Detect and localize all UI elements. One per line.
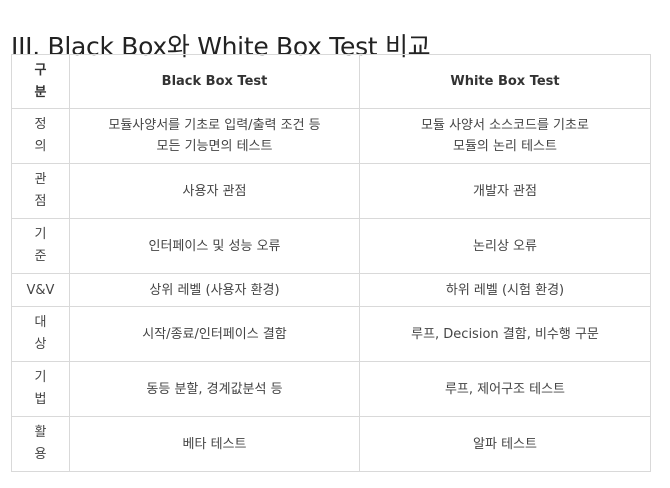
white-box-cell: 루프, Decision 결함, 비수행 구문 [359, 306, 651, 362]
table-header-row: 구 분 Black Box Test White Box Test [11, 54, 651, 109]
black-box-cell: 사용자 관점 [69, 163, 360, 219]
row-label-char: 대 [34, 315, 47, 330]
white-box-cell: 알파 테스트 [359, 416, 651, 472]
row-label-char: 의 [34, 139, 47, 154]
header-white-box: White Box Test [359, 54, 651, 109]
table-row: 기 준 인터페이스 및 성능 오류 논리상 오류 [11, 218, 651, 274]
row-label-criteria: 기 준 [11, 218, 70, 274]
row-label-char: 정 [34, 117, 47, 132]
comparison-table: 구 분 Black Box Test White Box Test 정 의 모듈… [11, 54, 651, 472]
row-label-char: 관 [34, 172, 47, 187]
row-label-char: 점 [34, 194, 47, 209]
table-row: 관 점 사용자 관점 개발자 관점 [11, 163, 651, 219]
table-row: 기 법 동등 분할, 경계값분석 등 루프, 제어구조 테스트 [11, 361, 651, 417]
header-black-box: Black Box Test [69, 54, 360, 109]
row-label-char: 기 [34, 227, 47, 242]
black-box-cell: 인터페이스 및 성능 오류 [69, 218, 360, 274]
row-label-char: 법 [34, 392, 47, 407]
row-label-char: 기 [34, 370, 47, 385]
header-label-cell: 구 분 [11, 54, 70, 109]
black-box-cell: 베타 테스트 [69, 416, 360, 472]
black-box-cell: 상위 레벨 (사용자 환경) [69, 273, 360, 307]
row-label-definition: 정 의 [11, 108, 70, 164]
black-box-cell: 모듈사양서를 기초로 입력/출력 조건 등 모든 기능면의 테스트 [69, 108, 360, 164]
row-label-char: 용 [34, 447, 47, 462]
header-label-char: 분 [34, 84, 47, 100]
row-label-char: 준 [34, 249, 47, 264]
white-box-cell: 모듈 사양서 소스코드를 기초로 모듈의 논리 테스트 [359, 108, 651, 164]
row-label-usage: 활 용 [11, 416, 70, 472]
row-label-vv: V&V [11, 273, 70, 307]
header-label-char: 구 [34, 62, 47, 78]
white-box-cell: 논리상 오류 [359, 218, 651, 274]
row-label-target: 대 상 [11, 306, 70, 362]
row-label-char: 상 [34, 337, 47, 352]
table-row: 정 의 모듈사양서를 기초로 입력/출력 조건 등 모든 기능면의 테스트 모듈… [11, 108, 651, 164]
white-box-cell: 하위 레벨 (시험 환경) [359, 273, 651, 307]
cell-text: 모듈사양서를 기초로 입력/출력 조건 등 [108, 118, 321, 133]
table-row: 대 상 시작/종료/인터페이스 결함 루프, Decision 결함, 비수행 … [11, 306, 651, 362]
row-label-viewpoint: 관 점 [11, 163, 70, 219]
cell-text: 모듈의 논리 테스트 [453, 139, 557, 154]
black-box-cell: 시작/종료/인터페이스 결함 [69, 306, 360, 362]
row-label-char: 활 [34, 425, 47, 440]
table-row: 활 용 베타 테스트 알파 테스트 [11, 416, 651, 472]
table-row: V&V 상위 레벨 (사용자 환경) 하위 레벨 (시험 환경) [11, 273, 651, 307]
cell-text: 모듈 사양서 소스코드를 기초로 [421, 118, 589, 133]
black-box-cell: 동등 분할, 경계값분석 등 [69, 361, 360, 417]
row-label-technique: 기 법 [11, 361, 70, 417]
white-box-cell: 루프, 제어구조 테스트 [359, 361, 651, 417]
white-box-cell: 개발자 관점 [359, 163, 651, 219]
cell-text: 모든 기능면의 테스트 [156, 139, 273, 154]
